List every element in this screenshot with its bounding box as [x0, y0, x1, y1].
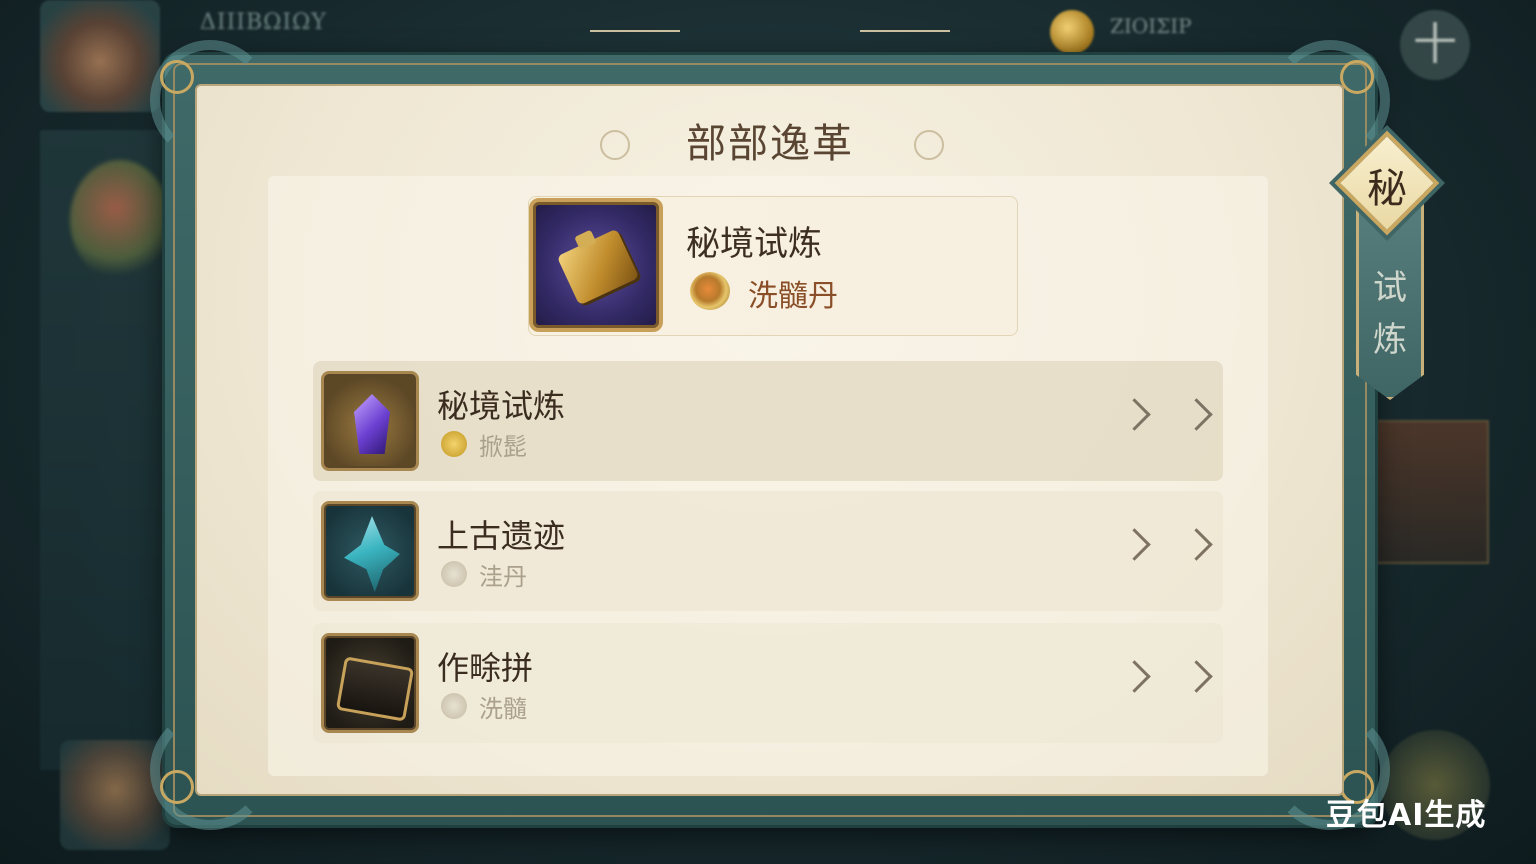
corner-swirl-icon — [1340, 60, 1374, 94]
chest-item-icon — [321, 633, 419, 733]
featured-item-icon[interactable] — [529, 198, 663, 332]
background-avatar — [40, 0, 160, 112]
title-ornament-left — [590, 30, 680, 32]
list-item-title: 作畭拼 — [437, 649, 534, 687]
side-tab-badge-label: 秘 — [1367, 166, 1407, 212]
background-right-card — [1375, 420, 1489, 564]
watermark: 豆包AI生成 — [1326, 798, 1487, 833]
chevron-right-icon — [1118, 660, 1151, 693]
gold-badge-icon — [441, 431, 467, 457]
list-item-subtitle: 洼丹 — [479, 563, 527, 591]
corner-swirl-icon — [160, 60, 194, 94]
corner-swirl-icon — [160, 770, 194, 804]
chevron-right-icon — [1180, 660, 1213, 693]
chevron-right-icon — [1118, 398, 1151, 431]
title-ornament-right — [860, 30, 950, 32]
list-item-title: 秘境试炼 — [437, 387, 566, 425]
jade-leaf-icon — [321, 501, 419, 601]
dialog-title: 部部逸革 — [686, 121, 854, 167]
side-tab-label-line2: 炼 — [1373, 320, 1407, 360]
crystal-item-icon — [321, 371, 419, 471]
list-item[interactable]: 上古遗迹 洼丹 — [313, 491, 1223, 611]
game-screen: ΔΙΙΙΒΩΙΩΥ ΖΙΟΙΣΙΡ 十 部部逸革 秘境试炼 洗髓丹 秘境试炼 掀… — [0, 0, 1536, 864]
side-tab-badge[interactable]: 秘 — [1332, 128, 1442, 238]
list-item[interactable]: 作畭拼 洗髓 — [313, 623, 1223, 743]
list-item-subtitle: 掀髭 — [479, 433, 527, 461]
featured-reward-label: 洗髓丹 — [748, 279, 838, 314]
list-item-title: 上古遗迹 — [437, 517, 566, 555]
chevron-right-icon — [1118, 528, 1151, 561]
side-tab-label: 试 炼 — [1360, 262, 1420, 366]
gold-scroll-icon — [556, 228, 640, 306]
list-item-subtitle: 洗髓 — [479, 695, 527, 723]
chevron-right-icon — [1180, 528, 1213, 561]
grey-badge-icon — [441, 693, 467, 719]
background-top-text: ΔΙΙΙΒΩΙΩΥ — [200, 10, 327, 35]
dialog-title-wrap: 部部逸革 — [580, 108, 960, 172]
pill-reward-icon — [690, 272, 730, 310]
grey-badge-icon — [441, 561, 467, 587]
background-plus-button: 十 — [1400, 10, 1470, 80]
featured-title: 秘境试炼 — [686, 224, 822, 264]
background-character-icon — [70, 160, 170, 280]
side-tab-label-line1: 试 — [1373, 268, 1407, 308]
list-item[interactable]: 秘境试炼 掀髭 — [313, 361, 1223, 481]
chevron-right-icon — [1180, 398, 1213, 431]
background-coin-text: ΖΙΟΙΣΙΡ — [1110, 14, 1192, 38]
coin-icon — [1050, 10, 1094, 54]
